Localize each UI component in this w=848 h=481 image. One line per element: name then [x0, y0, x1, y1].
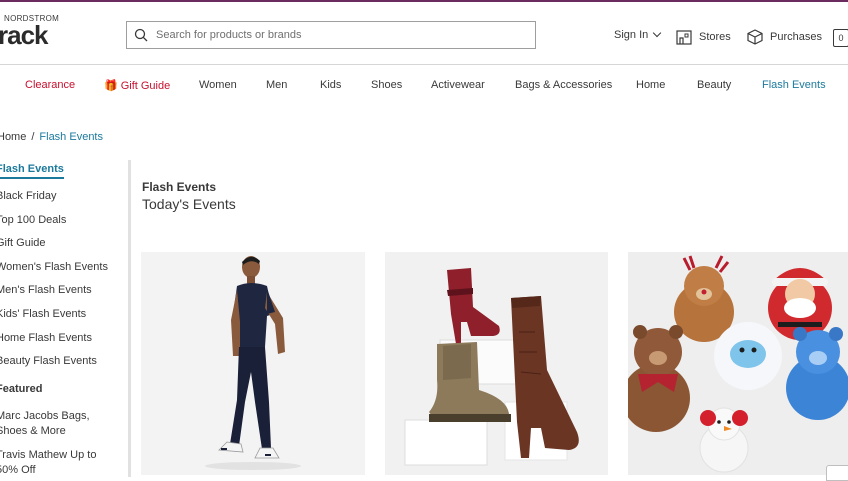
breadcrumb: Home / Flash Events: [0, 131, 103, 143]
nav-beauty[interactable]: Beauty: [697, 79, 731, 91]
breadcrumb-home[interactable]: Home: [0, 131, 26, 143]
event-image-plush-toys: [628, 255, 848, 473]
nav-activewear[interactable]: Activewear: [431, 79, 485, 91]
breadcrumb-separator: /: [31, 131, 35, 143]
event-card-toys[interactable]: [628, 252, 848, 475]
sidebar-item-kids-flash-events[interactable]: Kids' Flash Events: [0, 308, 86, 320]
nav-shoes[interactable]: Shoes: [371, 79, 402, 91]
gift-icon: 🎁: [104, 80, 118, 92]
nav-flash-events[interactable]: Flash Events: [762, 79, 826, 91]
nav-gift-guide[interactable]: 🎁 Gift Guide: [104, 79, 170, 92]
event-card-mens[interactable]: [141, 252, 365, 475]
event-image-boots: [404, 268, 579, 466]
purchases-label: Purchases: [770, 31, 822, 43]
search-input[interactable]: [156, 22, 526, 48]
sidebar-item-travis-mathew[interactable]: Travis Mathew Up to 50% Off: [0, 448, 120, 478]
breadcrumb-current[interactable]: Flash Events: [39, 131, 103, 143]
nav-men[interactable]: Men: [266, 79, 287, 91]
nordstrom-rack-logo[interactable]: NORDSTROM rack: [0, 14, 59, 50]
sidebar-divider: [128, 160, 131, 477]
purchases-link[interactable]: Purchases: [747, 29, 822, 45]
nav-divider: [0, 64, 848, 65]
chat-widget-tab[interactable]: [826, 465, 848, 481]
sign-in-label: Sign In: [614, 29, 649, 41]
sidebar-item-marc-jacobs[interactable]: Marc Jacobs Bags, Shoes & More: [0, 409, 120, 439]
stores-label: Stores: [699, 31, 731, 43]
sidebar-item-beauty-flash-events[interactable]: Beauty Flash Events: [0, 355, 97, 367]
nav-bags-accessories[interactable]: Bags & Accessories: [515, 79, 612, 91]
search-box[interactable]: [126, 21, 536, 49]
sign-in-menu[interactable]: Sign In: [614, 28, 662, 41]
stores-link[interactable]: Stores: [676, 29, 731, 45]
logo-big-text: rack: [0, 20, 48, 50]
event-card-shoes[interactable]: [385, 252, 608, 475]
sidebar-item-flash-events[interactable]: Flash Events: [0, 163, 64, 179]
nav-clearance[interactable]: Clearance: [25, 79, 75, 91]
package-icon: [747, 29, 763, 45]
page-subtitle: Today's Events: [142, 196, 236, 212]
nav-home[interactable]: Home: [636, 79, 665, 91]
store-icon: [676, 30, 692, 45]
sidebar-item-black-friday[interactable]: Black Friday: [0, 190, 57, 202]
sidebar-item-womens-flash-events[interactable]: Women's Flash Events: [0, 261, 108, 273]
sidebar-item-gift-guide[interactable]: Gift Guide: [0, 237, 46, 249]
sidebar-item-mens-flash-events[interactable]: Men's Flash Events: [0, 284, 92, 296]
nav-gift-guide-label: Gift Guide: [120, 80, 171, 92]
top-accent-line: [0, 0, 848, 2]
chevron-down-icon: [653, 28, 662, 38]
sidebar-item-home-flash-events[interactable]: Home Flash Events: [0, 332, 92, 344]
search-icon: [134, 28, 148, 42]
shopping-bag-icon[interactable]: 0: [833, 29, 848, 47]
sidebar-item-top-100-deals[interactable]: Top 100 Deals: [0, 214, 66, 226]
event-image-man: [205, 256, 301, 470]
nav-women[interactable]: Women: [199, 79, 237, 91]
nav-kids[interactable]: Kids: [320, 79, 341, 91]
sidebar-featured-heading: Featured: [0, 383, 43, 395]
page-title: Flash Events: [142, 180, 217, 194]
